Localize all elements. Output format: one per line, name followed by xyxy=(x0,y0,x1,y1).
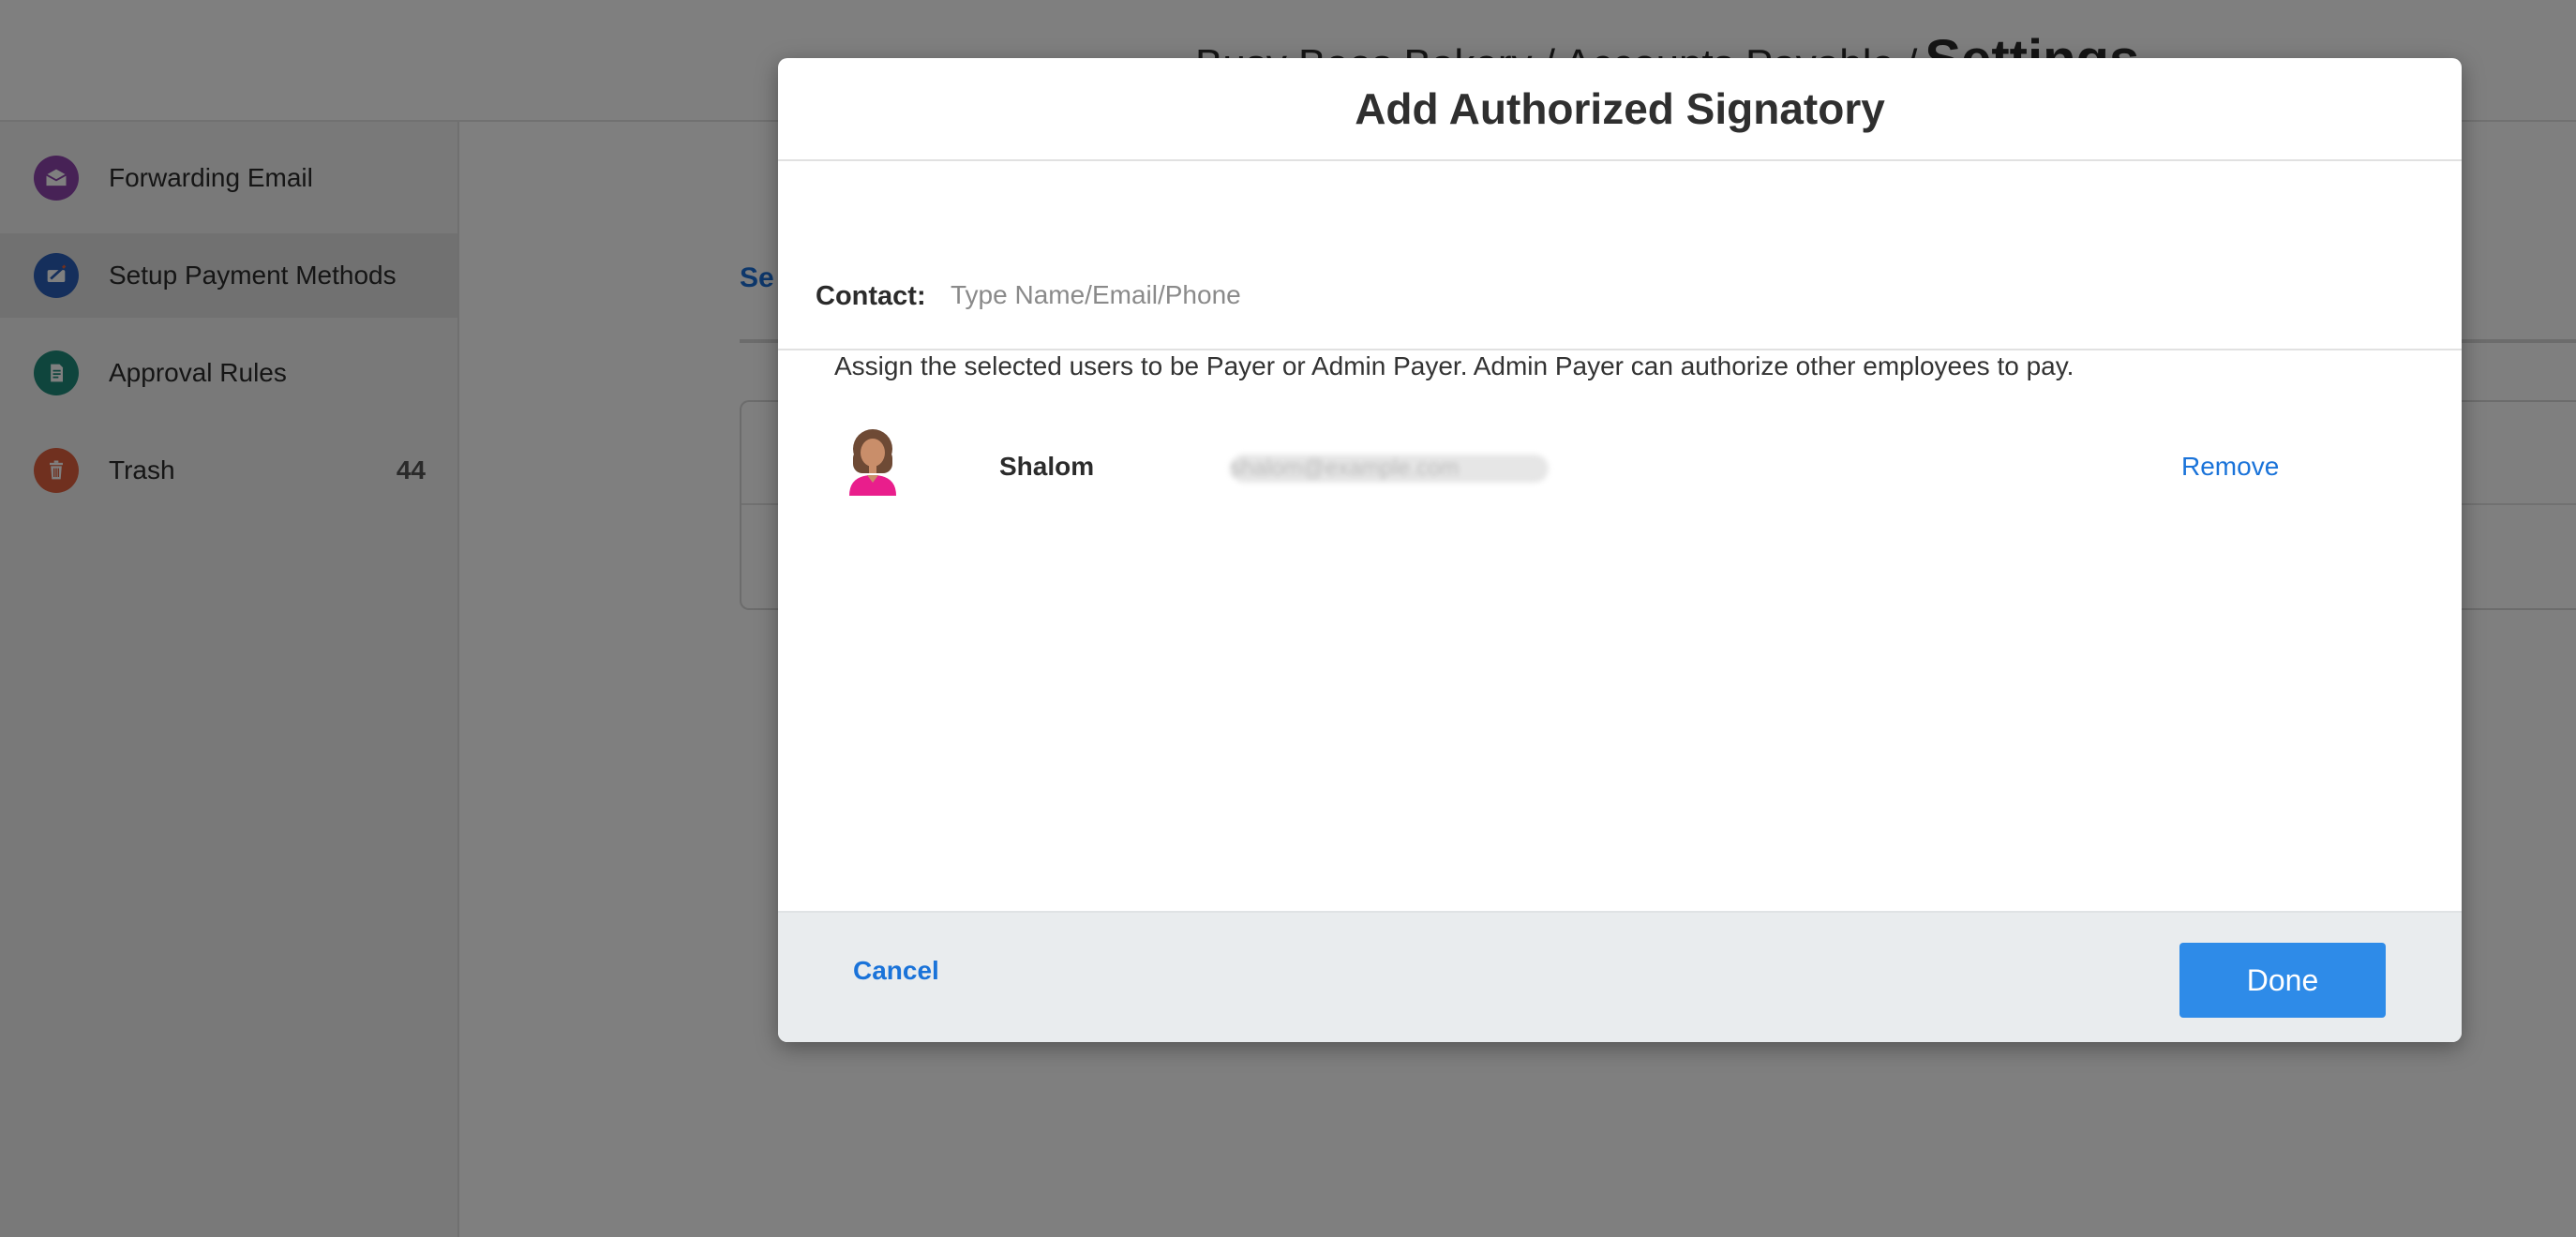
modal-footer: Cancel Done xyxy=(778,911,2462,1042)
signatory-name: Shalom xyxy=(999,452,1095,481)
signatory-email: shalom@example.com xyxy=(1230,455,1549,483)
contact-label-text: Contact: xyxy=(816,281,926,311)
cancel-button[interactable]: Cancel xyxy=(853,956,939,986)
assign-instructions: Assign the selected users to be Payer or… xyxy=(834,351,2074,380)
modal-title: Add Authorized Signatory xyxy=(1355,84,1885,133)
done-button[interactable]: Done xyxy=(2179,943,2386,1018)
signatory-row: Shalom shalom@example.com Remove xyxy=(834,428,2409,513)
add-authorized-signatory-modal: Add Authorized Signatory Contact: Contac… xyxy=(778,58,2462,1042)
contact-search-input[interactable] xyxy=(951,281,1888,309)
modal-header: Add Authorized Signatory xyxy=(778,58,2462,161)
remove-signatory-link[interactable]: Remove xyxy=(2181,452,2279,482)
avatar xyxy=(844,428,902,496)
contact-row: Contact: xyxy=(778,161,2462,350)
